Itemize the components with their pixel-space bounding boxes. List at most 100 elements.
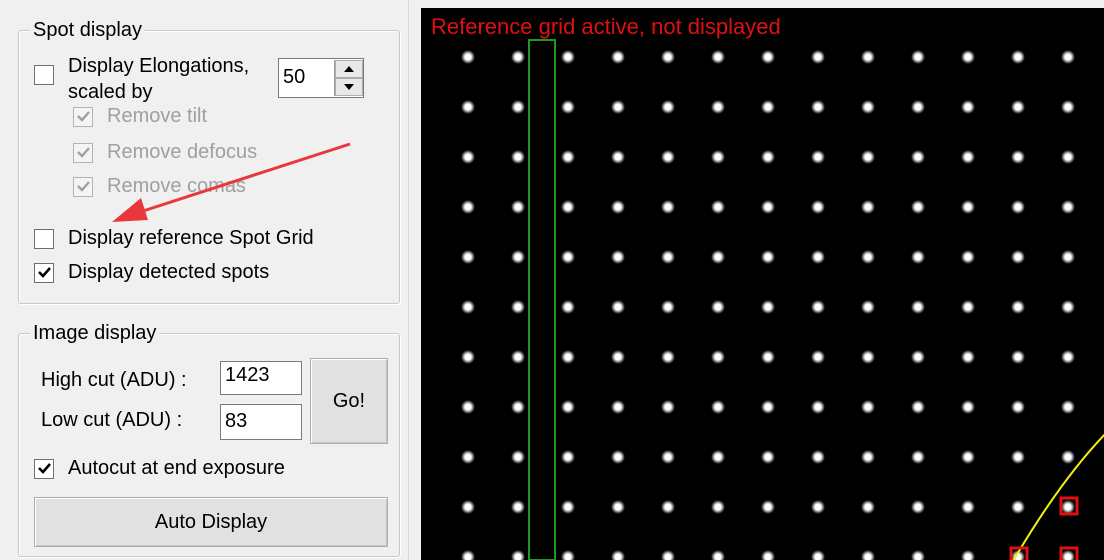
spot <box>714 203 722 211</box>
low-cut-label: Low cut (ADU) : <box>41 409 183 431</box>
spot <box>964 253 972 261</box>
remove-comas-row[interactable]: Remove comas <box>73 175 246 198</box>
spot <box>564 353 572 361</box>
spot <box>614 553 622 560</box>
checkmark-icon <box>37 267 51 278</box>
elongations-checkbox[interactable] <box>34 65 54 85</box>
spot <box>914 303 922 311</box>
detected-spots-checkbox[interactable] <box>34 262 54 283</box>
remove-defocus-row[interactable]: Remove defocus <box>73 141 257 164</box>
spot <box>614 453 622 461</box>
spot <box>1014 253 1022 261</box>
spot <box>664 253 672 261</box>
spot <box>514 153 522 161</box>
spot <box>1064 103 1072 111</box>
remove-comas-checkbox[interactable] <box>73 176 93 197</box>
image-view[interactable]: Reference grid active, not displayed <box>421 8 1104 560</box>
spot <box>664 103 672 111</box>
spot <box>514 353 522 361</box>
spot <box>764 403 772 411</box>
spot-image <box>461 39 1104 560</box>
image-display-title: Image display <box>30 322 160 344</box>
spin-down-button[interactable] <box>335 78 363 96</box>
fitted-curve <box>1012 433 1104 560</box>
spot <box>1014 53 1022 61</box>
spot <box>714 153 722 161</box>
remove-defocus-label: Remove defocus <box>107 141 258 163</box>
spot <box>514 453 522 461</box>
remove-comas-label: Remove comas <box>107 175 246 197</box>
spot-display-title: Spot display <box>30 19 145 41</box>
spot <box>664 503 672 511</box>
spot <box>614 303 622 311</box>
elongations-label-line2: scaled by <box>68 81 153 103</box>
spot <box>664 303 672 311</box>
detected-spots-label: Display detected spots <box>68 261 270 283</box>
spot <box>714 453 722 461</box>
spot <box>864 253 872 261</box>
control-panel: Spot display Display Elongations, scaled… <box>0 0 408 560</box>
spot <box>1064 453 1072 461</box>
spot <box>864 553 872 560</box>
spot <box>1064 553 1072 560</box>
spot <box>964 153 972 161</box>
spot <box>564 153 572 161</box>
reference-grid-checkbox[interactable] <box>34 228 54 249</box>
spot <box>814 353 822 361</box>
spot <box>564 53 572 61</box>
autocut-row[interactable]: Autocut at end exposure <box>34 457 285 480</box>
selected-column-highlight <box>528 39 556 560</box>
spot <box>964 403 972 411</box>
elongations-checkbox-row[interactable]: Display Elongations, scaled by <box>34 53 249 105</box>
spot <box>864 453 872 461</box>
spot <box>764 503 772 511</box>
spot <box>814 103 822 111</box>
spot <box>814 453 822 461</box>
spot <box>714 403 722 411</box>
low-cut-value: 83 <box>225 410 248 432</box>
spot <box>564 303 572 311</box>
spot <box>614 353 622 361</box>
spot <box>464 203 472 211</box>
panel-splitter[interactable] <box>408 0 421 560</box>
spot <box>964 303 972 311</box>
spin-up-button[interactable] <box>335 60 363 78</box>
remove-tilt-row[interactable]: Remove tilt <box>73 105 207 128</box>
spot <box>914 53 922 61</box>
spot <box>664 353 672 361</box>
reference-grid-row[interactable]: Display reference Spot Grid <box>34 227 314 250</box>
high-cut-field[interactable]: 1423 <box>220 361 302 395</box>
spot <box>464 353 472 361</box>
spot <box>814 203 822 211</box>
spot <box>1064 353 1072 361</box>
spot <box>714 503 722 511</box>
spot <box>1064 503 1072 511</box>
spot <box>1014 303 1022 311</box>
spot <box>914 103 922 111</box>
remove-tilt-checkbox[interactable] <box>73 106 93 127</box>
spot <box>764 453 772 461</box>
detected-spots-row[interactable]: Display detected spots <box>34 261 269 284</box>
spot <box>864 103 872 111</box>
spot <box>964 203 972 211</box>
spot <box>914 353 922 361</box>
spot <box>914 553 922 560</box>
spot <box>564 403 572 411</box>
spot <box>564 453 572 461</box>
spot <box>664 153 672 161</box>
auto-display-button[interactable]: Auto Display <box>34 497 388 547</box>
low-cut-field[interactable]: 83 <box>220 404 302 440</box>
spot <box>864 203 872 211</box>
autocut-checkbox[interactable] <box>34 458 54 479</box>
go-button[interactable]: Go! <box>310 358 388 444</box>
spot <box>514 253 522 261</box>
spot <box>564 253 572 261</box>
remove-defocus-checkbox[interactable] <box>73 142 93 163</box>
spot <box>614 253 622 261</box>
autocut-label: Autocut at end exposure <box>68 457 285 479</box>
elongation-scale-spinner[interactable] <box>334 60 363 96</box>
spot <box>514 503 522 511</box>
arrow-down-icon <box>344 84 354 90</box>
spot <box>514 53 522 61</box>
spot <box>564 503 572 511</box>
